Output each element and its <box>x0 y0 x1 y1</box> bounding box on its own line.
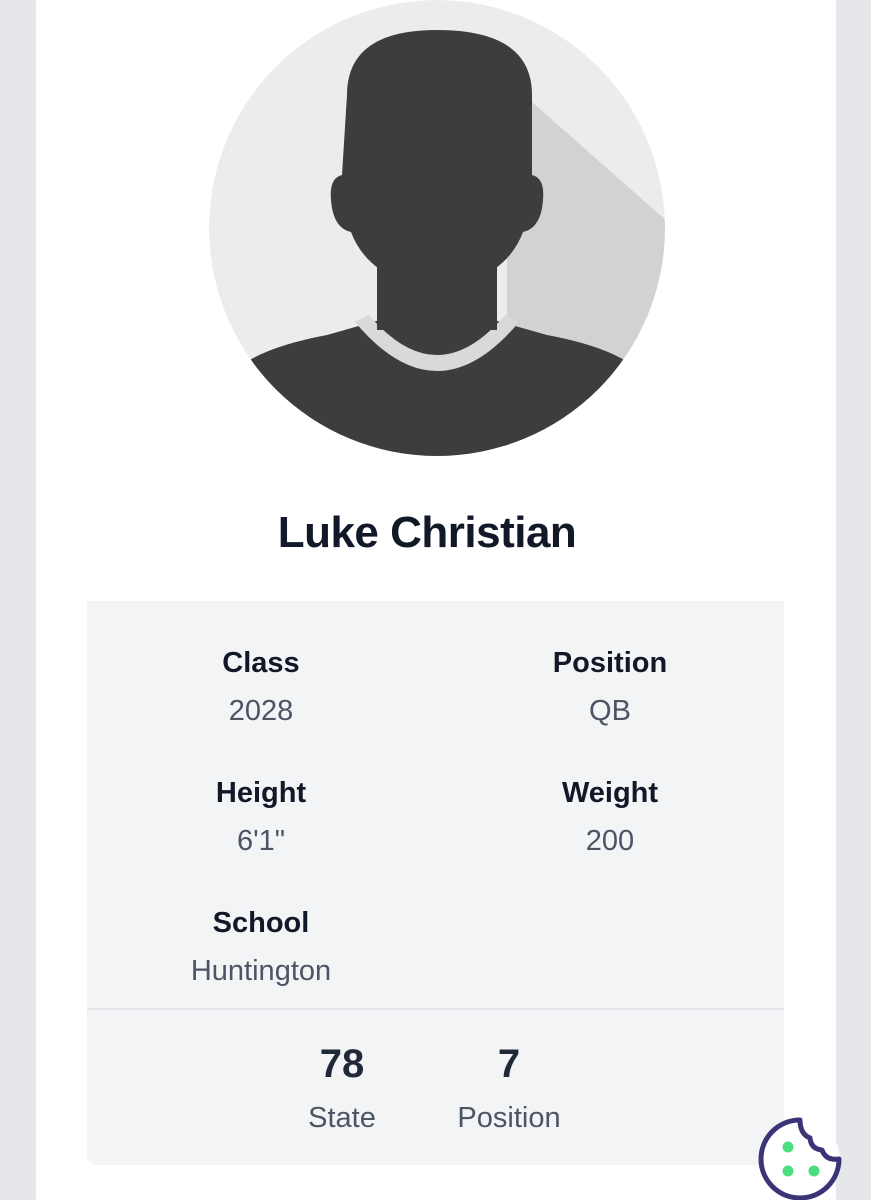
state-rank-label: State <box>308 1102 376 1134</box>
player-avatar <box>207 0 667 460</box>
weight-stat: Weight 200 <box>460 776 760 858</box>
position-ranking: 7 Position <box>429 1041 589 1135</box>
height-value: 6'1" <box>236 825 286 857</box>
class-label: Class <box>222 647 300 679</box>
player-profile-card: Luke Christian Class 2028 Position QB He… <box>36 0 836 1200</box>
position-stat: Position QB <box>460 646 760 728</box>
player-details-panel: Class 2028 Position QB Height 6'1" Weigh… <box>87 601 784 1165</box>
position-value: QB <box>589 695 631 727</box>
class-stat: Class 2028 <box>111 646 411 728</box>
height-stat: Height 6'1" <box>111 776 411 858</box>
weight-label: Weight <box>561 777 659 809</box>
state-ranking: 78 State <box>262 1041 422 1135</box>
position-label: Position <box>552 647 668 679</box>
page: Luke Christian Class 2028 Position QB He… <box>0 0 871 1200</box>
cookie-settings-button[interactable] <box>756 1114 846 1200</box>
rankings-divider <box>87 1008 784 1010</box>
weight-value: 200 <box>585 825 635 857</box>
player-name: Luke Christian <box>277 508 577 557</box>
cookie-icon <box>758 1117 842 1200</box>
position-rank-label: Position <box>457 1102 561 1134</box>
school-stat: School Huntington <box>111 906 411 988</box>
school-label: School <box>212 907 310 939</box>
state-rank-value: 78 <box>319 1042 365 1086</box>
position-rank-value: 7 <box>497 1042 521 1086</box>
height-label: Height <box>215 777 307 809</box>
school-value: Huntington <box>190 955 332 987</box>
player-silhouette-icon <box>209 0 665 456</box>
class-value: 2028 <box>228 695 294 727</box>
